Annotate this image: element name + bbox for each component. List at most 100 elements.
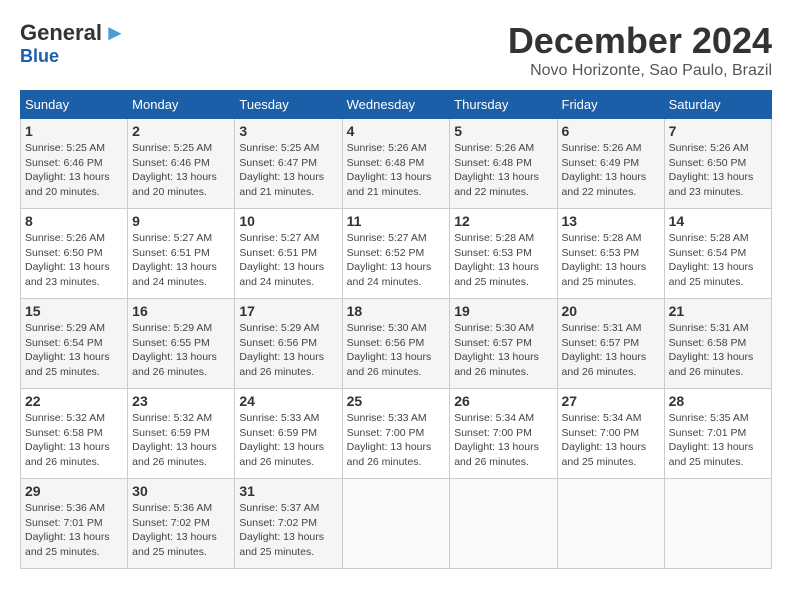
- day-info: Sunrise: 5:37 AM Sunset: 7:02 PM Dayligh…: [239, 501, 337, 560]
- calendar-cell: 8 Sunrise: 5:26 AM Sunset: 6:50 PM Dayli…: [21, 209, 128, 299]
- day-info: Sunrise: 5:29 AM Sunset: 6:54 PM Dayligh…: [25, 321, 123, 380]
- day-number: 30: [132, 483, 230, 499]
- calendar-week-row: 29 Sunrise: 5:36 AM Sunset: 7:01 PM Dayl…: [21, 479, 772, 569]
- day-info: Sunrise: 5:29 AM Sunset: 6:56 PM Dayligh…: [239, 321, 337, 380]
- day-info: Sunrise: 5:26 AM Sunset: 6:49 PM Dayligh…: [562, 141, 660, 200]
- col-wednesday: Wednesday: [342, 91, 450, 119]
- calendar-cell: 30 Sunrise: 5:36 AM Sunset: 7:02 PM Dayl…: [128, 479, 235, 569]
- calendar-cell: 11 Sunrise: 5:27 AM Sunset: 6:52 PM Dayl…: [342, 209, 450, 299]
- calendar-cell: 12 Sunrise: 5:28 AM Sunset: 6:53 PM Dayl…: [450, 209, 557, 299]
- day-number: 31: [239, 483, 337, 499]
- day-number: 13: [562, 213, 660, 229]
- calendar-cell: 27 Sunrise: 5:34 AM Sunset: 7:00 PM Dayl…: [557, 389, 664, 479]
- day-info: Sunrise: 5:33 AM Sunset: 6:59 PM Dayligh…: [239, 411, 337, 470]
- calendar-cell: 18 Sunrise: 5:30 AM Sunset: 6:56 PM Dayl…: [342, 299, 450, 389]
- calendar-cell: 19 Sunrise: 5:30 AM Sunset: 6:57 PM Dayl…: [450, 299, 557, 389]
- day-info: Sunrise: 5:36 AM Sunset: 7:02 PM Dayligh…: [132, 501, 230, 560]
- day-info: Sunrise: 5:32 AM Sunset: 6:58 PM Dayligh…: [25, 411, 123, 470]
- title-area: December 2024 Novo Horizonte, Sao Paulo,…: [508, 20, 772, 80]
- day-number: 6: [562, 123, 660, 139]
- day-number: 26: [454, 393, 552, 409]
- page-subtitle: Novo Horizonte, Sao Paulo, Brazil: [508, 62, 772, 80]
- day-number: 12: [454, 213, 552, 229]
- day-number: 15: [25, 303, 123, 319]
- day-number: 2: [132, 123, 230, 139]
- calendar-cell: 20 Sunrise: 5:31 AM Sunset: 6:57 PM Dayl…: [557, 299, 664, 389]
- day-number: 14: [669, 213, 767, 229]
- calendar-cell: 5 Sunrise: 5:26 AM Sunset: 6:48 PM Dayli…: [450, 119, 557, 209]
- calendar-cell: 13 Sunrise: 5:28 AM Sunset: 6:53 PM Dayl…: [557, 209, 664, 299]
- day-number: 10: [239, 213, 337, 229]
- calendar-cell: 17 Sunrise: 5:29 AM Sunset: 6:56 PM Dayl…: [235, 299, 342, 389]
- day-info: Sunrise: 5:31 AM Sunset: 6:58 PM Dayligh…: [669, 321, 767, 380]
- logo-general-text: General: [20, 20, 102, 46]
- day-number: 28: [669, 393, 767, 409]
- day-info: Sunrise: 5:25 AM Sunset: 6:46 PM Dayligh…: [25, 141, 123, 200]
- calendar-cell: 4 Sunrise: 5:26 AM Sunset: 6:48 PM Dayli…: [342, 119, 450, 209]
- day-info: Sunrise: 5:25 AM Sunset: 6:47 PM Dayligh…: [239, 141, 337, 200]
- calendar-cell: [342, 479, 450, 569]
- col-monday: Monday: [128, 91, 235, 119]
- calendar-header-row: Sunday Monday Tuesday Wednesday Thursday…: [21, 91, 772, 119]
- calendar-cell: 26 Sunrise: 5:34 AM Sunset: 7:00 PM Dayl…: [450, 389, 557, 479]
- page-title: December 2024: [508, 20, 772, 62]
- calendar-week-row: 8 Sunrise: 5:26 AM Sunset: 6:50 PM Dayli…: [21, 209, 772, 299]
- calendar-cell: 16 Sunrise: 5:29 AM Sunset: 6:55 PM Dayl…: [128, 299, 235, 389]
- col-thursday: Thursday: [450, 91, 557, 119]
- calendar-cell: 9 Sunrise: 5:27 AM Sunset: 6:51 PM Dayli…: [128, 209, 235, 299]
- day-number: 25: [347, 393, 446, 409]
- day-info: Sunrise: 5:30 AM Sunset: 6:56 PM Dayligh…: [347, 321, 446, 380]
- calendar-cell: 21 Sunrise: 5:31 AM Sunset: 6:58 PM Dayl…: [664, 299, 771, 389]
- day-number: 11: [347, 213, 446, 229]
- calendar-cell: 10 Sunrise: 5:27 AM Sunset: 6:51 PM Dayl…: [235, 209, 342, 299]
- calendar-cell: 15 Sunrise: 5:29 AM Sunset: 6:54 PM Dayl…: [21, 299, 128, 389]
- day-number: 27: [562, 393, 660, 409]
- logo-arrow-icon: ►: [104, 20, 126, 46]
- calendar-cell: 29 Sunrise: 5:36 AM Sunset: 7:01 PM Dayl…: [21, 479, 128, 569]
- day-info: Sunrise: 5:28 AM Sunset: 6:53 PM Dayligh…: [454, 231, 552, 290]
- calendar-week-row: 22 Sunrise: 5:32 AM Sunset: 6:58 PM Dayl…: [21, 389, 772, 479]
- day-info: Sunrise: 5:35 AM Sunset: 7:01 PM Dayligh…: [669, 411, 767, 470]
- day-number: 21: [669, 303, 767, 319]
- day-info: Sunrise: 5:31 AM Sunset: 6:57 PM Dayligh…: [562, 321, 660, 380]
- calendar-cell: [450, 479, 557, 569]
- day-number: 16: [132, 303, 230, 319]
- day-info: Sunrise: 5:28 AM Sunset: 6:54 PM Dayligh…: [669, 231, 767, 290]
- calendar-week-row: 1 Sunrise: 5:25 AM Sunset: 6:46 PM Dayli…: [21, 119, 772, 209]
- col-sunday: Sunday: [21, 91, 128, 119]
- logo: General ► Blue: [20, 20, 126, 67]
- day-info: Sunrise: 5:27 AM Sunset: 6:51 PM Dayligh…: [239, 231, 337, 290]
- day-number: 20: [562, 303, 660, 319]
- day-info: Sunrise: 5:27 AM Sunset: 6:52 PM Dayligh…: [347, 231, 446, 290]
- day-info: Sunrise: 5:26 AM Sunset: 6:48 PM Dayligh…: [347, 141, 446, 200]
- day-info: Sunrise: 5:34 AM Sunset: 7:00 PM Dayligh…: [562, 411, 660, 470]
- calendar-cell: 28 Sunrise: 5:35 AM Sunset: 7:01 PM Dayl…: [664, 389, 771, 479]
- calendar-cell: 24 Sunrise: 5:33 AM Sunset: 6:59 PM Dayl…: [235, 389, 342, 479]
- calendar-cell: 6 Sunrise: 5:26 AM Sunset: 6:49 PM Dayli…: [557, 119, 664, 209]
- calendar-cell: 7 Sunrise: 5:26 AM Sunset: 6:50 PM Dayli…: [664, 119, 771, 209]
- day-number: 22: [25, 393, 123, 409]
- col-friday: Friday: [557, 91, 664, 119]
- calendar-cell: 3 Sunrise: 5:25 AM Sunset: 6:47 PM Dayli…: [235, 119, 342, 209]
- col-saturday: Saturday: [664, 91, 771, 119]
- calendar-cell: 31 Sunrise: 5:37 AM Sunset: 7:02 PM Dayl…: [235, 479, 342, 569]
- calendar-cell: 22 Sunrise: 5:32 AM Sunset: 6:58 PM Dayl…: [21, 389, 128, 479]
- calendar-cell: 25 Sunrise: 5:33 AM Sunset: 7:00 PM Dayl…: [342, 389, 450, 479]
- day-info: Sunrise: 5:29 AM Sunset: 6:55 PM Dayligh…: [132, 321, 230, 380]
- day-number: 23: [132, 393, 230, 409]
- day-number: 1: [25, 123, 123, 139]
- day-info: Sunrise: 5:32 AM Sunset: 6:59 PM Dayligh…: [132, 411, 230, 470]
- header: General ► Blue December 2024 Novo Horizo…: [20, 20, 772, 80]
- calendar-cell: [557, 479, 664, 569]
- day-info: Sunrise: 5:26 AM Sunset: 6:50 PM Dayligh…: [669, 141, 767, 200]
- day-number: 3: [239, 123, 337, 139]
- calendar-cell: [664, 479, 771, 569]
- day-info: Sunrise: 5:36 AM Sunset: 7:01 PM Dayligh…: [25, 501, 123, 560]
- page-container: General ► Blue December 2024 Novo Horizo…: [20, 20, 772, 569]
- day-info: Sunrise: 5:34 AM Sunset: 7:00 PM Dayligh…: [454, 411, 552, 470]
- calendar-week-row: 15 Sunrise: 5:29 AM Sunset: 6:54 PM Dayl…: [21, 299, 772, 389]
- day-number: 9: [132, 213, 230, 229]
- day-number: 18: [347, 303, 446, 319]
- day-number: 5: [454, 123, 552, 139]
- calendar-cell: 2 Sunrise: 5:25 AM Sunset: 6:46 PM Dayli…: [128, 119, 235, 209]
